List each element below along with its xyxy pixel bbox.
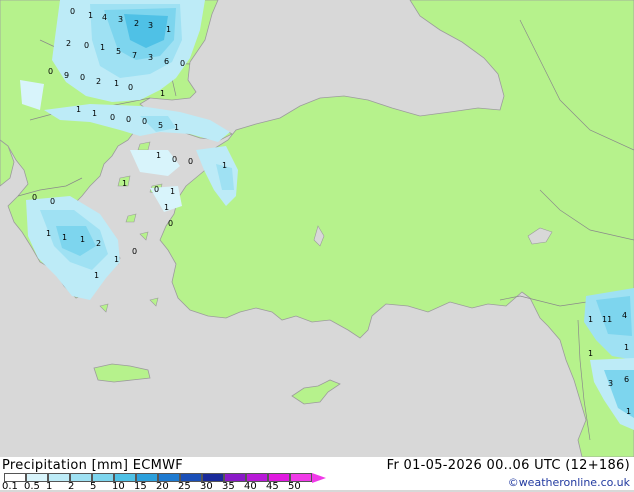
value-label: 1: [94, 271, 99, 280]
value-label: 1: [46, 229, 51, 238]
scale-tick-label: 50: [288, 481, 301, 492]
value-label: 1: [92, 109, 97, 118]
scale-tick-label: 25: [178, 481, 191, 492]
value-label: 0: [110, 113, 115, 122]
value-label: 2: [66, 39, 71, 48]
value-label: 11: [602, 315, 612, 324]
scale-tick-label: 15: [134, 481, 147, 492]
scale-tick-label: 5: [90, 481, 97, 492]
scale-tick-label: 35: [222, 481, 235, 492]
value-label: 0: [50, 197, 55, 206]
footer: Precipitation [mm] ECMWF Fr 01-05-2026 0…: [0, 457, 634, 492]
value-label: 0: [142, 117, 147, 126]
value-label: 1: [222, 161, 227, 170]
value-label: 2: [134, 19, 139, 28]
value-label: 1: [80, 235, 85, 244]
scale-tick-label: 2: [68, 481, 75, 492]
value-label: 4: [622, 311, 627, 320]
scale-tick-label: 45: [266, 481, 279, 492]
value-label: 0: [48, 67, 53, 76]
value-label: 1: [88, 11, 93, 20]
value-label: 7: [132, 51, 137, 60]
credit-link[interactable]: ©weatheronline.co.uk: [508, 476, 630, 489]
value-label: 3: [118, 15, 123, 24]
value-label: 1: [624, 343, 629, 352]
scale-tick-label: 0.5: [24, 481, 40, 492]
scale-tick-label: 10: [112, 481, 125, 492]
valid-datetime: Fr 01-05-2026 00..06 UTC (12+186): [386, 458, 630, 473]
value-label: 0: [154, 185, 159, 194]
value-label: 1: [626, 407, 631, 416]
value-label: 0: [32, 193, 37, 202]
value-label: 1: [588, 349, 593, 358]
value-label: 2: [96, 77, 101, 86]
value-label: 1: [164, 203, 169, 212]
value-label: 1: [166, 25, 171, 34]
value-label: 0: [70, 7, 75, 16]
value-label: 0: [132, 247, 137, 256]
value-label: 0: [128, 83, 133, 92]
value-label: 1: [160, 89, 165, 98]
scale-tick-label: 0.1: [2, 481, 18, 492]
scale-arrow: [312, 473, 326, 483]
value-label: 0: [80, 73, 85, 82]
value-label: 6: [164, 57, 169, 66]
value-label: 3: [148, 21, 153, 30]
value-label: 1: [76, 105, 81, 114]
value-label: 1: [122, 179, 127, 188]
value-label: 0: [126, 115, 131, 124]
value-label: 1: [156, 151, 161, 160]
map-title: Precipitation [mm] ECMWF: [2, 458, 184, 473]
value-label: 5: [158, 121, 163, 130]
value-label: 1: [114, 255, 119, 264]
value-label: 1: [588, 315, 593, 324]
value-label: 3: [608, 379, 613, 388]
value-label: 1: [62, 233, 67, 242]
value-label: 9: [64, 71, 69, 80]
value-label: 0: [188, 157, 193, 166]
scale-tick-label: 20: [156, 481, 169, 492]
value-label: 2: [96, 239, 101, 248]
value-label: 0: [180, 59, 185, 68]
value-label: 0: [84, 41, 89, 50]
value-label: 1: [174, 123, 179, 132]
value-label: 6: [624, 375, 629, 384]
scale-tick-label: 40: [244, 481, 257, 492]
value-label: 4: [102, 13, 107, 22]
value-label: 1: [114, 79, 119, 88]
value-label: 1: [170, 187, 175, 196]
value-label: 0: [172, 155, 177, 164]
scale-tick-label: 1: [46, 481, 53, 492]
value-label: 1: [100, 43, 105, 52]
precipitation-map: 0 1 4 3 2 3 1 2 0 1 5 7 3 6 0 0 9 0 2 1 …: [0, 0, 634, 458]
value-label: 0: [168, 219, 173, 228]
value-label: 5: [116, 47, 121, 56]
value-label: 3: [148, 53, 153, 62]
scale-tick-label: 30: [200, 481, 213, 492]
